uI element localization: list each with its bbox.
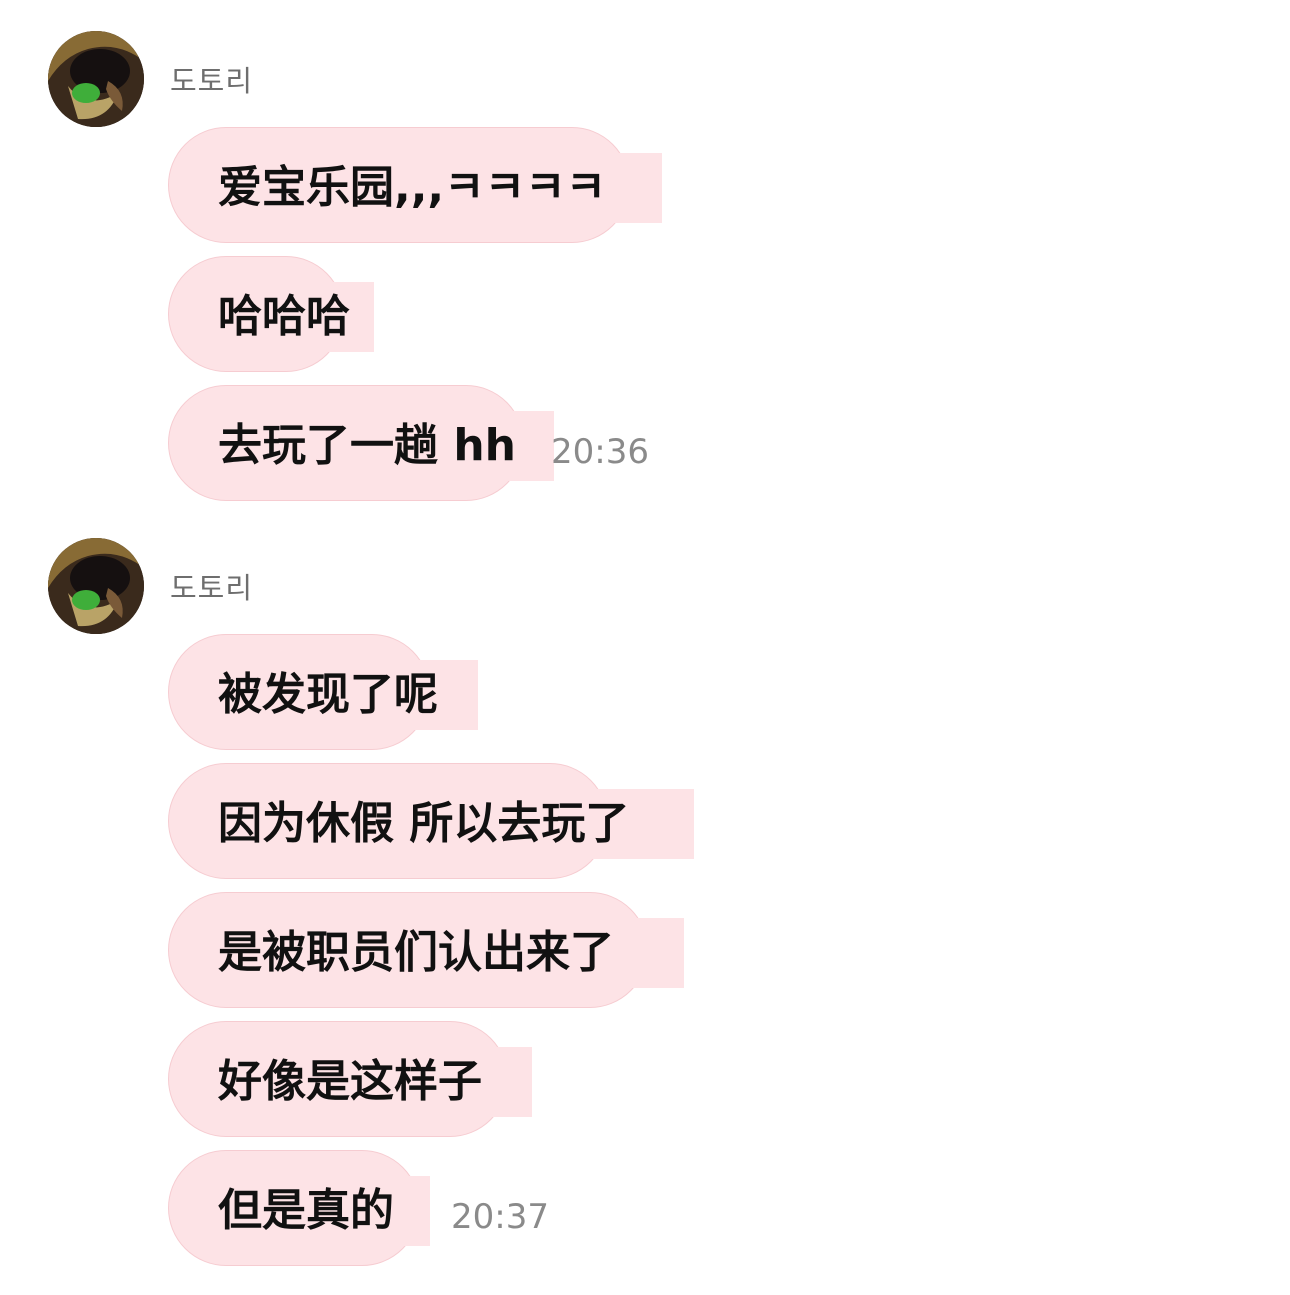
- avatar[interactable]: [48, 538, 144, 634]
- message-text: 但是真的: [218, 1185, 394, 1236]
- message-text: 好像是这样子: [218, 1056, 482, 1107]
- message-text: 去玩了一趟 hh: [218, 420, 516, 471]
- profile-avatar-icon: [48, 31, 144, 127]
- sender-name: 도토리: [170, 571, 254, 605]
- message-text: 爱宝乐园,,,ㅋㅋㅋㅋ: [218, 162, 607, 213]
- sender-name: 도토리: [170, 64, 254, 98]
- message-timestamp: 20:37: [451, 1197, 549, 1237]
- profile-avatar-icon: [48, 538, 144, 634]
- message-timestamp: 20:36: [551, 432, 649, 472]
- message-text: 哈哈哈: [218, 291, 350, 342]
- message-text: 是被职员们认出来了: [218, 927, 614, 978]
- message-text: 被发现了呢: [218, 669, 438, 720]
- avatar[interactable]: [48, 31, 144, 127]
- message-text: 因为休假 所以去玩了: [218, 798, 630, 849]
